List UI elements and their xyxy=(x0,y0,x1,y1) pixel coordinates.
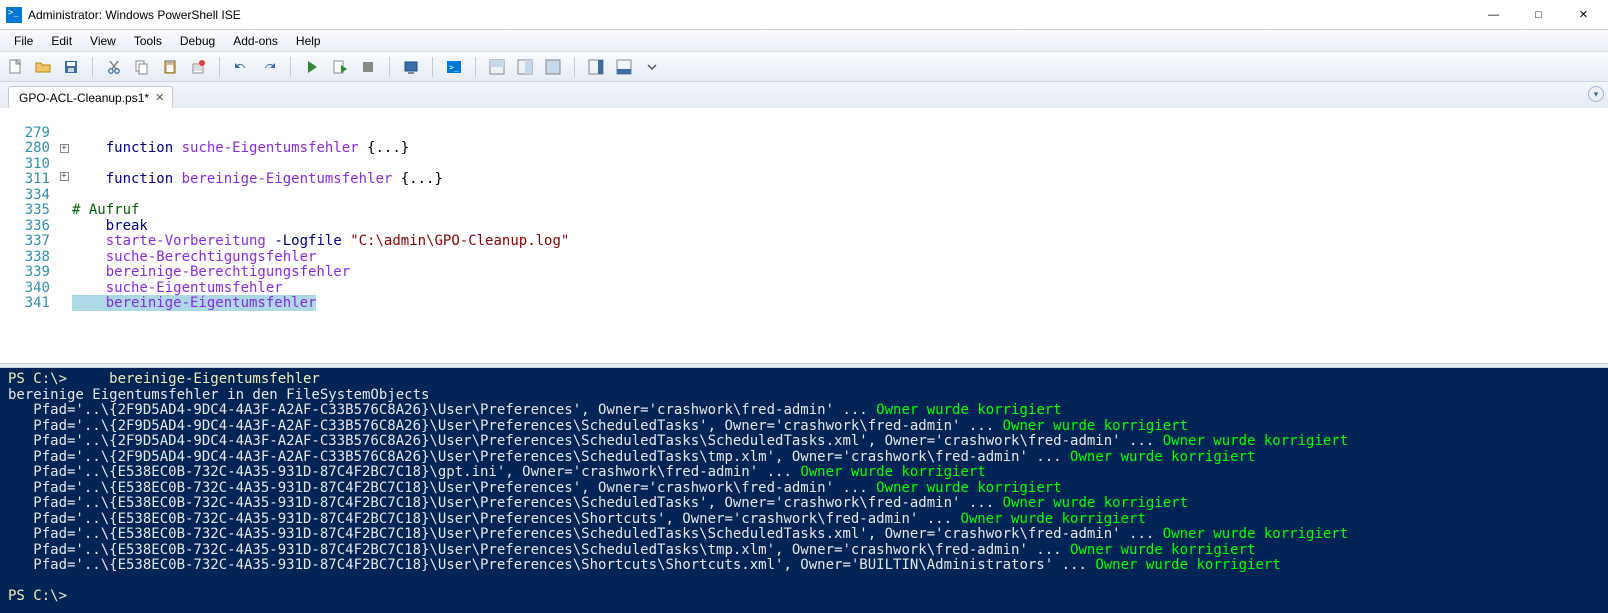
fold-column: + + xyxy=(56,108,72,363)
window-buttons: ― □ ✕ xyxy=(1471,0,1606,29)
powershell-window-icon[interactable]: >_ xyxy=(445,58,463,76)
menu-debug[interactable]: Debug xyxy=(172,32,223,50)
menu-addons[interactable]: Add-ons xyxy=(225,32,286,50)
redo-icon[interactable] xyxy=(260,58,278,76)
stop-icon[interactable] xyxy=(359,58,377,76)
show-script-max-icon[interactable] xyxy=(544,58,562,76)
save-icon[interactable] xyxy=(62,58,80,76)
titlebar: Administrator: Windows PowerShell ISE ― … xyxy=(0,0,1608,30)
new-file-icon[interactable] xyxy=(6,58,24,76)
menu-view[interactable]: View xyxy=(82,32,124,50)
expand-script-pane-icon[interactable]: ▾ xyxy=(1588,86,1604,102)
toolbar-separator xyxy=(574,57,575,77)
menu-tools[interactable]: Tools xyxy=(126,32,170,50)
menu-help[interactable]: Help xyxy=(288,32,329,50)
show-command-window-icon[interactable] xyxy=(615,58,633,76)
toolbar-separator xyxy=(219,57,220,77)
toolbar-separator xyxy=(432,57,433,77)
toolbar-separator xyxy=(389,57,390,77)
undo-icon[interactable] xyxy=(232,58,250,76)
menubar: File Edit View Tools Debug Add-ons Help xyxy=(0,30,1608,52)
paste-icon[interactable] xyxy=(161,58,179,76)
toolbar: >_ xyxy=(0,52,1608,82)
tab-close-icon[interactable]: ✕ xyxy=(155,91,164,104)
run-selection-icon[interactable] xyxy=(331,58,349,76)
tab-label: GPO-ACL-Cleanup.ps1* xyxy=(19,91,149,105)
menu-edit[interactable]: Edit xyxy=(43,32,80,50)
new-remote-tab-icon[interactable] xyxy=(402,58,420,76)
toolbar-overflow-icon[interactable] xyxy=(643,58,661,76)
show-command-addon-icon[interactable] xyxy=(587,58,605,76)
close-button[interactable]: ✕ xyxy=(1561,0,1606,29)
toolbar-separator xyxy=(290,57,291,77)
window-title: Administrator: Windows PowerShell ISE xyxy=(28,8,1471,22)
script-tab[interactable]: GPO-ACL-Cleanup.ps1* ✕ xyxy=(8,86,173,108)
console-prompt: PS C:\> bereinige-Eigentumsfehler xyxy=(8,371,320,387)
run-script-icon[interactable] xyxy=(303,58,321,76)
cut-icon[interactable] xyxy=(105,58,123,76)
fold-expand-icon[interactable]: + xyxy=(60,172,69,181)
svg-text:>_: >_ xyxy=(449,63,459,72)
show-script-right-icon[interactable] xyxy=(516,58,534,76)
show-script-top-icon[interactable] xyxy=(488,58,506,76)
console-prompt[interactable]: PS C:\> xyxy=(8,588,75,604)
line-gutter: 279 280 310 311 334 335 336 337 338 339 … xyxy=(0,108,56,363)
powershell-ise-icon xyxy=(6,7,22,23)
maximize-button[interactable]: □ xyxy=(1516,0,1561,29)
code-area[interactable]: function suche-Eigentumsfehler {...} fun… xyxy=(72,108,1608,363)
console-pane[interactable]: PS C:\> bereinige-Eigentumsfehler berein… xyxy=(0,368,1608,613)
copy-icon[interactable] xyxy=(133,58,151,76)
clear-icon[interactable] xyxy=(189,58,207,76)
console-output: bereinige Eigentumsfehler in den FileSys… xyxy=(8,387,429,403)
menu-file[interactable]: File xyxy=(6,32,41,50)
tabstrip: GPO-ACL-Cleanup.ps1* ✕ ▾ xyxy=(0,82,1608,108)
fold-expand-icon[interactable]: + xyxy=(60,144,69,153)
script-editor[interactable]: 279 280 310 311 334 335 336 337 338 339 … xyxy=(0,108,1608,363)
toolbar-separator xyxy=(92,57,93,77)
toolbar-separator xyxy=(475,57,476,77)
open-file-icon[interactable] xyxy=(34,58,52,76)
minimize-button[interactable]: ― xyxy=(1471,0,1516,29)
